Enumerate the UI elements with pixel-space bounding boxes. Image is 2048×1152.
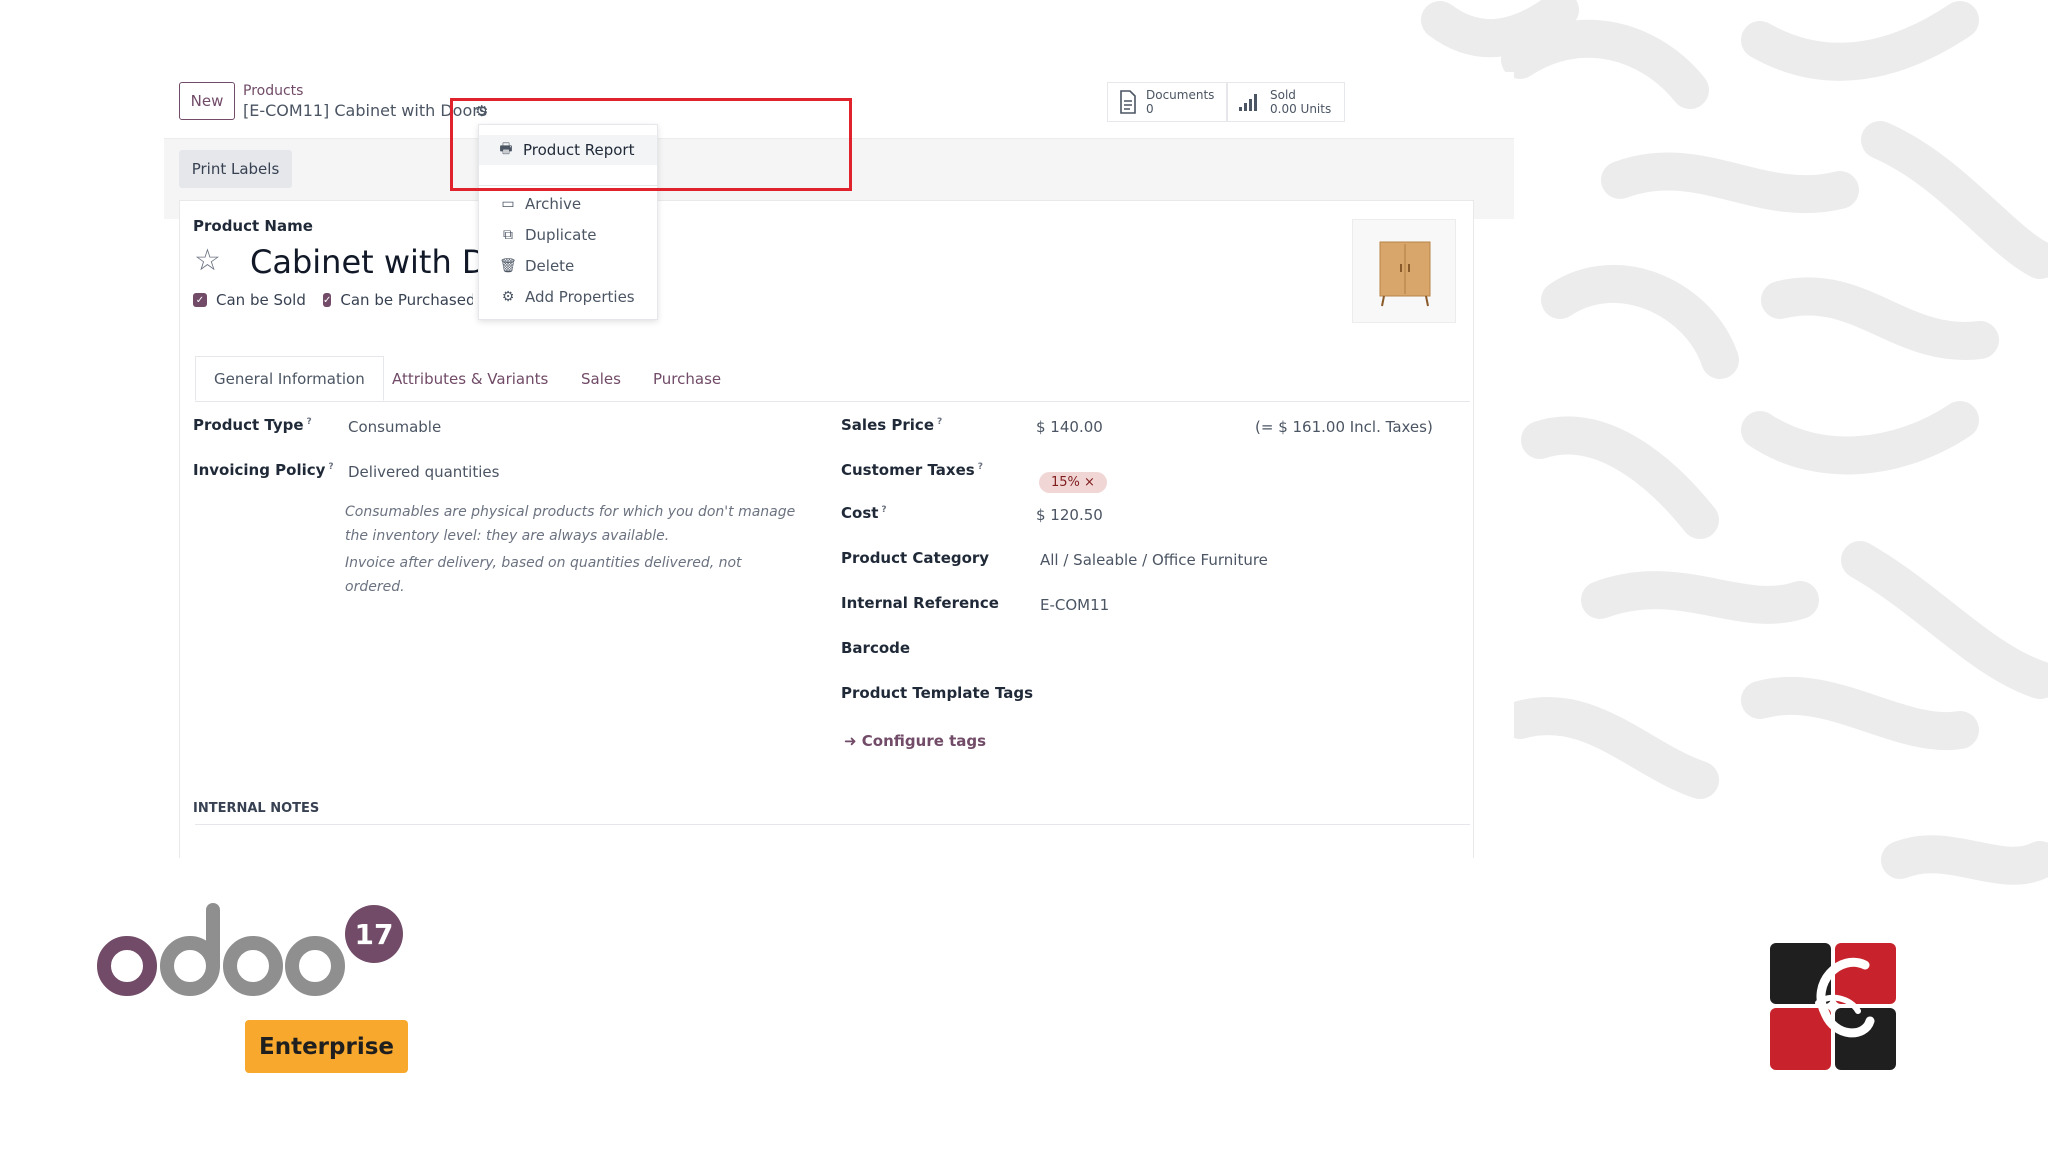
copy-icon: ⧉ [503,227,513,243]
help-tooltip-icon[interactable]: ? [328,462,333,472]
barcode-label: Barcode [841,639,911,657]
internal-reference-field[interactable]: E-COM11 [1040,596,1109,614]
tab-general-information[interactable]: General Information [195,356,384,401]
company-logo [1770,943,1896,1070]
tab-attributes-variants[interactable]: Attributes & Variants [392,356,548,401]
new-button[interactable]: New [179,82,235,120]
help-tooltip-icon[interactable]: ? [307,417,312,427]
tab-purchase[interactable]: Purchase [653,356,721,401]
print-labels-button[interactable]: Print Labels [179,150,292,188]
tab-sales[interactable]: Sales [581,356,621,401]
cogs-icon: ⚙ [501,289,515,305]
sold-stat-value: 0.00 Units [1270,102,1332,116]
menu-item-duplicate[interactable]: ⧉ Duplicate [479,220,657,250]
help-tooltip-icon[interactable]: ? [937,417,942,427]
product-type-field[interactable]: Consumable [348,418,441,436]
form-sheet: Product Name ☆ Cabinet with Doors ✓ Can … [179,200,1474,858]
sales-price-incl-taxes: (= $ 161.00 Incl. Taxes) [1255,418,1433,436]
checkbox-checked-icon: ✓ [193,293,207,307]
consumable-help-text: Consumables are physical products for wh… [345,504,796,544]
product-template-tags-label: Product Template Tags [841,684,1034,702]
help-tooltip-icon[interactable]: ? [881,505,886,515]
menu-item-add-properties[interactable]: ⚙ Add Properties [479,282,657,312]
arrow-right-icon: ➜ [844,732,862,750]
help-tooltip-icon[interactable]: ? [978,462,983,472]
product-name-field[interactable]: Cabinet with Doors [250,243,490,281]
version-badge: 17 [345,905,403,963]
sales-price-label: Sales Price? [841,416,943,434]
document-icon [1120,90,1136,114]
cost-field[interactable]: $ 120.50 [1036,506,1103,524]
can-be-purchased-label: Can be Purchased [340,291,473,309]
archive-icon: ▭ [501,196,515,212]
highlight-box [450,98,852,191]
internal-notes-divider [195,824,1470,825]
can-be-purchased-checkbox[interactable]: ✓ Can be Purchased [323,291,473,309]
documents-stat-label: Documents [1146,88,1215,102]
checkbox-checked-icon: ✓ [323,293,332,307]
breadcrumb-products-link[interactable]: Products [243,83,303,99]
invoice-help-text: Invoice after delivery, based on quantit… [345,555,742,595]
odoo-form-window: New Products [E-COM11] Cabinet with Door… [164,72,1514,858]
enterprise-badge: Enterprise [245,1020,408,1073]
notebook-tabs: General Information Attributes & Variant… [195,356,1470,402]
cabinet-image [1379,241,1431,307]
sales-price-field[interactable]: $ 140.00 [1036,418,1103,436]
product-category-field[interactable]: All / Saleable / Office Furniture [1040,551,1268,569]
bar-chart-icon [1239,94,1257,111]
configure-tags-link[interactable]: ➜ Configure tags [844,732,986,750]
customer-taxes-label: Customer Taxes? [841,461,983,479]
star-icon[interactable]: ☆ [194,243,221,278]
invoicing-policy-field[interactable]: Delivered quantities [348,463,499,481]
product-name-label: Product Name [193,217,313,235]
product-image[interactable] [1352,219,1456,323]
trash-icon: 🗑 [499,258,517,274]
customer-tax-tag[interactable]: 15% × [1039,472,1107,493]
sold-stat-label: Sold [1270,88,1296,102]
can-be-sold-checkbox[interactable]: ✓ Can be Sold [193,291,306,309]
odoo-logo [97,903,345,996]
product-type-label: Product Type? [193,416,312,434]
product-category-label: Product Category [841,549,990,567]
can-be-sold-label: Can be Sold [216,291,306,309]
menu-item-delete[interactable]: 🗑 Delete [479,251,657,281]
documents-stat-button[interactable]: Documents 0 [1107,82,1227,122]
sold-stat-button[interactable]: Sold 0.00 Units [1227,82,1345,122]
internal-reference-label: Internal Reference [841,594,999,612]
documents-stat-value: 0 [1146,102,1154,116]
invoicing-policy-label: Invoicing Policy? [193,461,334,479]
menu-item-archive[interactable]: ▭ Archive [479,189,657,219]
cost-label: Cost? [841,504,887,522]
internal-notes-label: INTERNAL NOTES [193,801,320,816]
